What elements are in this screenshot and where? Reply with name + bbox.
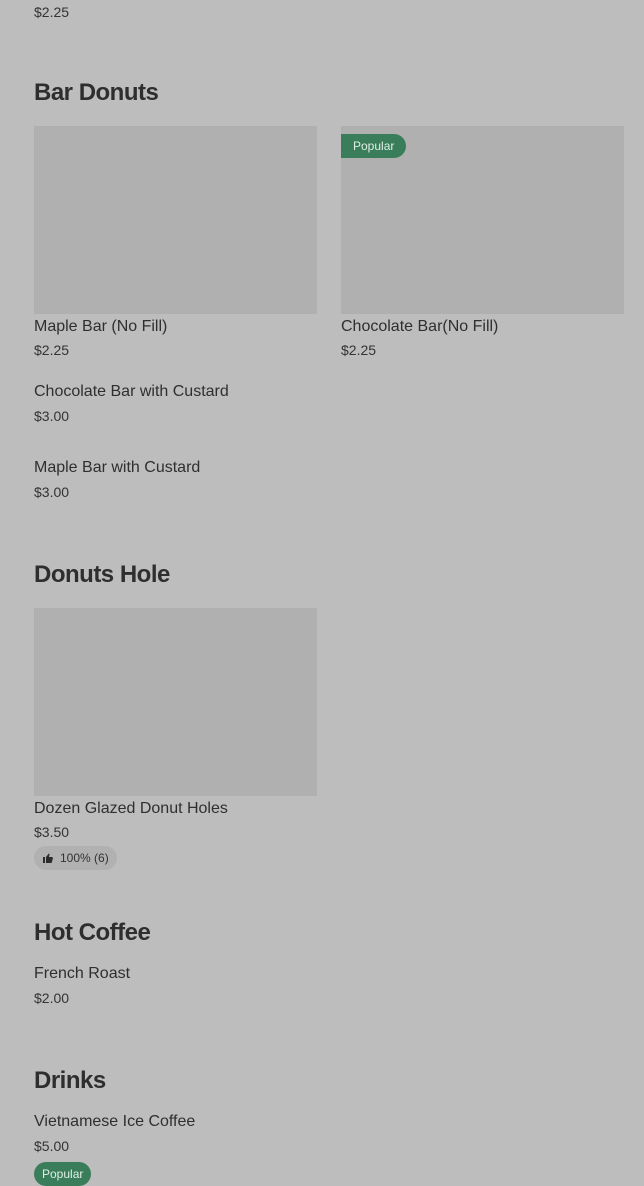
menu-card-chocolate-bar[interactable]: Popular Chocolate Bar(No Fill) $2.25 bbox=[341, 126, 624, 362]
item-price: $5.00 bbox=[34, 1138, 70, 1154]
item-price: $3.00 bbox=[34, 484, 70, 500]
menu-item-maple-bar-custard[interactable]: Maple Bar with Custard $3.00 bbox=[34, 459, 624, 509]
section-title-bar-donuts: Bar Donuts bbox=[34, 79, 159, 106]
menu-item-chocolate-bar-custard[interactable]: Chocolate Bar with Custard $3.00 bbox=[34, 383, 624, 433]
item-price: $2.00 bbox=[34, 990, 70, 1006]
item-name: French Roast bbox=[34, 965, 131, 982]
item-name: Chocolate Bar(No Fill) bbox=[341, 318, 499, 335]
item-image bbox=[34, 126, 317, 314]
item-name: Maple Bar with Custard bbox=[34, 459, 201, 476]
menu-page: $2.25 Bar Donuts Maple Bar (No Fill) $2.… bbox=[0, 0, 644, 1186]
menu-item-vietnamese-ice-coffee[interactable]: Vietnamese Ice Coffee $5.00 Popular bbox=[34, 1113, 624, 1186]
menu-card-dozen-glazed-donut-holes[interactable]: Dozen Glazed Donut Holes $3.50 100% (6) bbox=[34, 608, 317, 872]
section-title-drinks: Drinks bbox=[34, 1067, 106, 1094]
rating-text: 100% (6) bbox=[60, 851, 109, 865]
thumbs-up-icon bbox=[43, 853, 53, 863]
item-price: $2.25 bbox=[34, 342, 70, 358]
item-name: Vietnamese Ice Coffee bbox=[34, 1113, 196, 1130]
popular-badge: Popular bbox=[34, 1162, 92, 1186]
item-price: $2.25 bbox=[341, 342, 377, 358]
item-price: $3.00 bbox=[34, 408, 70, 424]
menu-card-maple-bar[interactable]: Maple Bar (No Fill) $2.25 bbox=[34, 126, 317, 362]
item-price: $3.50 bbox=[34, 824, 70, 840]
section-title-donuts-hole: Donuts Hole bbox=[34, 561, 170, 588]
rating-badge: 100% (6) bbox=[34, 846, 117, 870]
item-name: Dozen Glazed Donut Holes bbox=[34, 800, 228, 817]
popular-badge: Popular bbox=[341, 134, 407, 158]
previous-item-price: $2.25 bbox=[34, 4, 70, 20]
menu-item-french-roast[interactable]: French Roast $2.00 bbox=[34, 965, 624, 1015]
item-name: Maple Bar (No Fill) bbox=[34, 318, 168, 335]
item-name: Chocolate Bar with Custard bbox=[34, 383, 229, 400]
section-title-hot-coffee: Hot Coffee bbox=[34, 919, 151, 946]
item-image bbox=[34, 608, 317, 796]
